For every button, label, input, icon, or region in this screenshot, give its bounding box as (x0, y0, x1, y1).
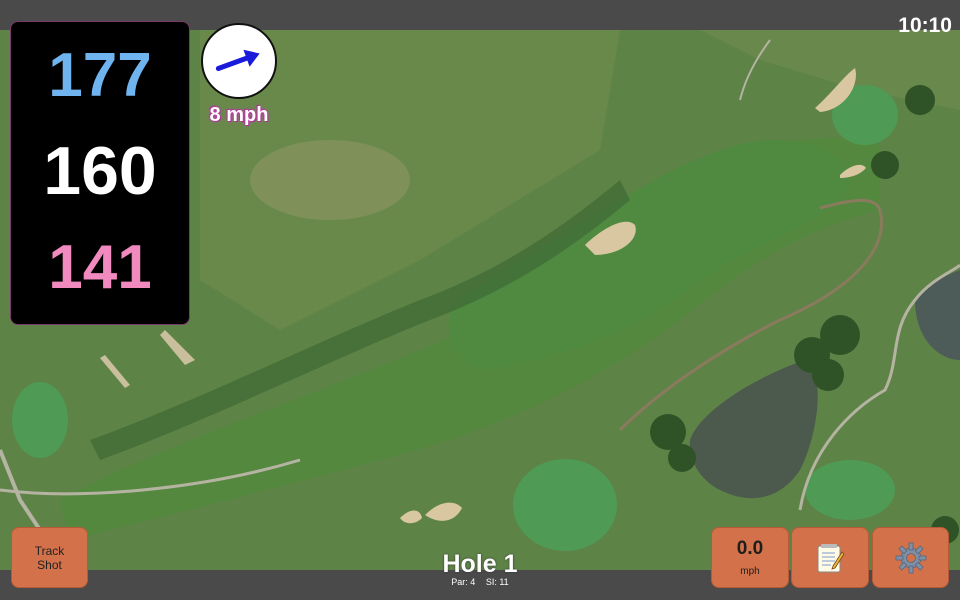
green (513, 459, 617, 551)
gear-icon (895, 542, 926, 573)
dry-grass-patch (250, 140, 410, 220)
track-shot-button[interactable]: Track Shot (12, 528, 87, 587)
hole-stroke-index: SI: 11 (485, 577, 509, 587)
wind-direction-dial (201, 23, 277, 99)
wind-direction-arrow-icon (215, 49, 260, 72)
distance-panel: 177 160 141 (11, 22, 189, 324)
wind-speed: 8 mph (209, 104, 269, 126)
green (12, 382, 68, 458)
settings-button[interactable] (873, 528, 948, 587)
middle-distance: 160 (43, 133, 157, 209)
hole-title: Hole 1 (442, 550, 518, 578)
notes-button[interactable] (792, 528, 868, 587)
speed-button[interactable]: 0.0 mph (712, 528, 788, 587)
hole-par: Par: 4 (451, 577, 476, 587)
speed-value: 0.0 (736, 538, 764, 559)
notepad-icon (817, 543, 845, 572)
speed-unit: mph (740, 566, 760, 577)
track-shot-label-line2: Shot (37, 557, 62, 572)
back-distance: 177 (48, 41, 152, 110)
track-shot-label-line1: Track (34, 543, 65, 558)
hole-meta: Par: 4 SI: 11 (400, 577, 560, 587)
front-distance: 141 (48, 233, 152, 302)
green (805, 460, 895, 520)
status-clock: 10:10 (898, 14, 952, 37)
